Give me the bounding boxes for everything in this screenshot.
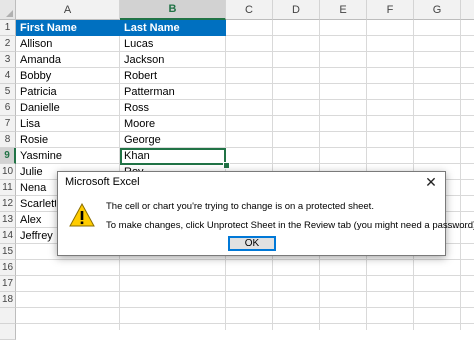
row-header-14[interactable]: 14 (0, 228, 16, 244)
row-header-10[interactable]: 10 (0, 164, 16, 180)
cell-last-name[interactable]: Jackson (120, 52, 225, 68)
cell-first-name[interactable]: Amanda (16, 52, 119, 68)
cell-first-name[interactable]: Rosie (16, 132, 119, 148)
row-header-15[interactable]: 15 (0, 244, 16, 260)
row-header-12[interactable]: 12 (0, 196, 16, 212)
row-header-8[interactable]: 8 (0, 132, 16, 148)
select-all-button[interactable] (0, 0, 16, 20)
cell-first-name[interactable]: Patricia (16, 84, 119, 100)
row-header-1[interactable]: 1 (0, 20, 16, 36)
column-header-f[interactable]: F (367, 0, 414, 20)
cell-last-name[interactable]: George (120, 132, 225, 148)
cell-b1-header[interactable]: Last Name (120, 20, 226, 36)
cell-first-name[interactable]: Jeffrey (16, 228, 56, 244)
row-header-6[interactable]: 6 (0, 100, 16, 116)
column-header-e[interactable]: E (320, 0, 367, 20)
cell-first-name[interactable]: Lisa (16, 116, 119, 132)
ok-button[interactable]: OK (228, 236, 276, 251)
row-header-2[interactable]: 2 (0, 36, 16, 52)
column-header-a[interactable]: A (16, 0, 120, 20)
close-icon[interactable]: ✕ (423, 173, 439, 191)
row-header-18[interactable]: 18 (0, 292, 16, 308)
cell-first-name[interactable]: Scarlett (16, 196, 56, 212)
dialog-title: Microsoft Excel (65, 176, 140, 188)
cell-first-name[interactable]: Alex (16, 212, 56, 228)
warning-icon (69, 203, 95, 227)
row-header-16[interactable]: 16 (0, 260, 16, 276)
spreadsheet-grid[interactable]: A B C D E F G 1 2 3 4 5 6 7 8 9 10 11 12… (0, 0, 474, 340)
row-header-4[interactable]: 4 (0, 68, 16, 84)
column-header-d[interactable]: D (273, 0, 320, 20)
column-header-c[interactable]: C (226, 0, 273, 20)
row-header-9[interactable]: 9 (0, 148, 16, 164)
fill-handle[interactable] (223, 162, 230, 169)
cell-last-name[interactable]: Patterman (120, 84, 225, 100)
dialog-message-line2: To make changes, click Unprotect Sheet i… (106, 220, 474, 231)
column-header-g[interactable]: G (414, 0, 461, 20)
row-header-13[interactable]: 13 (0, 212, 16, 228)
row-header-11[interactable]: 11 (0, 180, 16, 196)
cell-a1-header[interactable]: First Name (16, 20, 120, 36)
row-header-3[interactable]: 3 (0, 52, 16, 68)
row-header-20[interactable] (0, 324, 16, 340)
row-header-17[interactable]: 17 (0, 276, 16, 292)
protected-sheet-dialog: Microsoft Excel ✕ The cell or chart you'… (57, 171, 474, 256)
cell-first-name[interactable]: Nena (16, 180, 56, 196)
cell-last-name[interactable]: Ross (120, 100, 225, 116)
row-header-19[interactable] (0, 308, 16, 324)
column-header-partial[interactable] (461, 0, 474, 20)
cell-last-name[interactable]: Moore (120, 116, 225, 132)
cell-last-name[interactable]: Robert (120, 68, 225, 84)
column-header-b[interactable]: B (120, 0, 226, 20)
cell-last-name[interactable]: Lucas (120, 36, 225, 52)
active-cell-border (120, 148, 226, 165)
row-header-7[interactable]: 7 (0, 116, 16, 132)
row-header-5[interactable]: 5 (0, 84, 16, 100)
cell-first-name[interactable]: Danielle (16, 100, 119, 116)
cell-first-name[interactable]: Bobby (16, 68, 119, 84)
cell-first-name[interactable]: Yasmine (16, 148, 119, 164)
dialog-message-line1: The cell or chart you're trying to chang… (106, 201, 374, 212)
cell-first-name[interactable]: Allison (16, 36, 119, 52)
